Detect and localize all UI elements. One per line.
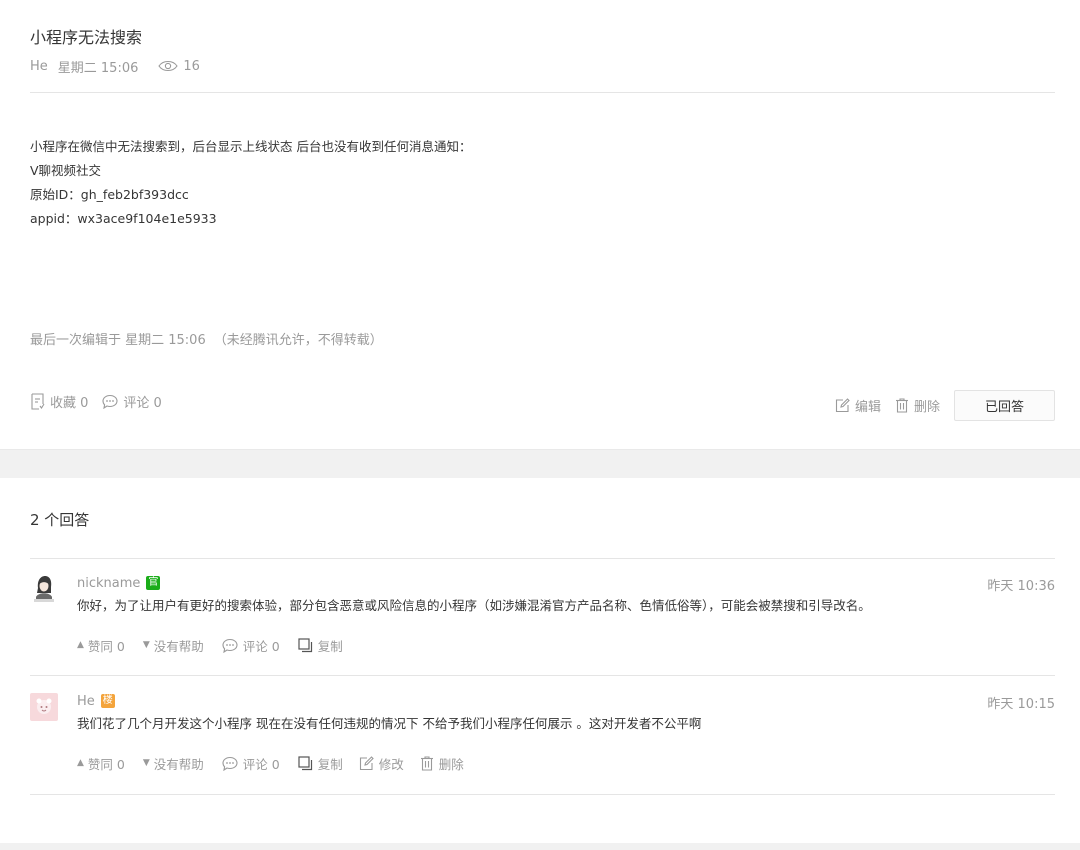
official-badge: 官 [146,576,161,590]
comment-button[interactable]: 评论 0 [102,392,162,411]
triangle-down-icon: ▼ [142,758,150,768]
avatar[interactable] [30,693,58,721]
unhelpful-button[interactable]: ▼ 没有帮助 [143,754,204,773]
divider [30,92,1055,93]
view-count: 16 [183,58,200,74]
copyright-note: （未经腾讯允许，不得转载） [213,333,383,348]
answer-author: nickname 官 [77,574,161,592]
question-meta: He 星期二 15:06 16 [30,56,200,76]
unhelpful-label: 没有帮助 [153,756,204,772]
collect-label: 收藏 0 [50,395,89,411]
answers-heading: 2 个回答 [30,511,90,529]
avatar-cartoon-icon [30,693,58,721]
question-time: 星期二 15:06 [57,60,139,76]
delete-button[interactable]: 删除 [420,754,464,773]
question-card: 小程序无法搜索 He 星期二 15:06 16 小程序在微信中无法搜索到，后台显… [0,0,1080,450]
avatar[interactable] [30,575,58,603]
unhelpful-button[interactable]: ▼ 没有帮助 [143,636,204,655]
comment-label: 评论 0 [242,756,280,772]
pencil-square-icon [359,755,374,770]
divider [30,675,1055,676]
triangle-up-icon: ▲ [77,758,84,768]
answer-actions: ▲ 赞同 0 ▼ 没有帮助 评论 0 [77,753,482,773]
answer-time: 昨天 10:36 [987,579,1055,594]
question-body-line: V聊视频社交 [30,163,102,178]
divider [30,558,1055,559]
question-body-line: appid：wx3ace9f104e1e5933 [30,211,217,226]
answer-item: He 楼 昨天 10:15 我们花了几个月开发这个小程序 现在在没有任何违规的情… [30,693,1055,793]
delete-label: 删除 [913,400,940,415]
bookmark-list-icon [31,392,45,410]
triangle-up-icon: ▲ [77,640,84,650]
agree-label: 赞同 0 [87,756,125,772]
speech-bubble-icon [222,756,238,771]
answer-actions: ▲ 赞同 0 ▼ 没有帮助 评论 0 [77,635,361,655]
copy-icon [298,755,312,770]
agree-label: 赞同 0 [87,638,125,654]
question-body-line: 原始ID：gh_feb2bf393dcc [30,187,189,202]
delete-label: 删除 [438,756,464,772]
answer-nickname[interactable]: nickname [77,576,140,591]
comment-button[interactable]: 评论 0 [222,754,280,773]
question-title: 小程序无法搜索 [30,28,143,47]
copy-label: 复制 [317,638,343,654]
owner-badge: 楼 [100,694,115,708]
question-body: 小程序在微信中无法搜索到，后台显示上线状态 后台也没有收到任何消息通知： V聊视… [30,135,1050,231]
edit-button[interactable]: 编辑 [835,396,881,415]
last-edit-time: 最后一次编辑于 星期二 15:06 [30,333,206,348]
avatar-illustration-icon [31,575,57,603]
comment-label: 评论 0 [123,395,162,411]
divider [30,794,1055,795]
copy-button[interactable]: 复制 [298,754,343,773]
speech-bubble-icon [102,394,118,409]
answers-card: 2 个回答 nickname 官 昨天 10:36 你好，为了让用户有更好的搜索… [0,478,1080,843]
delete-button[interactable]: 删除 [895,396,940,415]
modify-button[interactable]: 修改 [359,754,404,773]
edit-label: 编辑 [854,400,881,415]
answered-button[interactable]: 已回答 [954,390,1055,421]
edit-note: 最后一次编辑于 星期二 15:06 （未经腾讯允许，不得转载） [30,331,383,351]
unhelpful-label: 没有帮助 [153,638,204,654]
collect-button[interactable]: 收藏 0 [30,392,88,411]
answer-text: 你好，为了让用户有更好的搜索体验，部分包含恶意或风险信息的小程序（如涉嫌混淆官方… [77,598,871,613]
agree-button[interactable]: ▲ 赞同 0 [77,754,125,773]
question-body-line: 小程序在微信中无法搜索到，后台显示上线状态 后台也没有收到任何消息通知： [30,139,472,154]
pencil-square-icon [835,398,850,413]
answer-item: nickname 官 昨天 10:36 你好，为了让用户有更好的搜索体验，部分包… [30,575,1055,675]
answer-nickname[interactable]: He [77,694,95,709]
copy-icon [298,637,312,652]
question-owner-actions: 编辑 删除 已回答 [835,390,1055,421]
answer-author: He 楼 [77,692,115,710]
trash-icon [420,755,433,771]
copy-label: 复制 [317,756,343,772]
trash-icon [895,398,908,413]
triangle-down-icon: ▼ [142,640,150,650]
question-actions: 收藏 0 评论 0 [30,391,176,411]
answer-time: 昨天 10:15 [987,697,1055,712]
modify-label: 修改 [378,756,404,772]
answer-text: 我们花了几个月开发这个小程序 现在在没有任何违规的情况下 不给予我们小程序任何展… [77,716,702,731]
question-author[interactable]: He [30,59,48,74]
eye-icon [158,60,179,72]
agree-button[interactable]: ▲ 赞同 0 [77,636,125,655]
copy-button[interactable]: 复制 [298,636,343,655]
comment-label: 评论 0 [242,638,280,654]
comment-button[interactable]: 评论 0 [222,636,280,655]
speech-bubble-icon [222,638,238,653]
